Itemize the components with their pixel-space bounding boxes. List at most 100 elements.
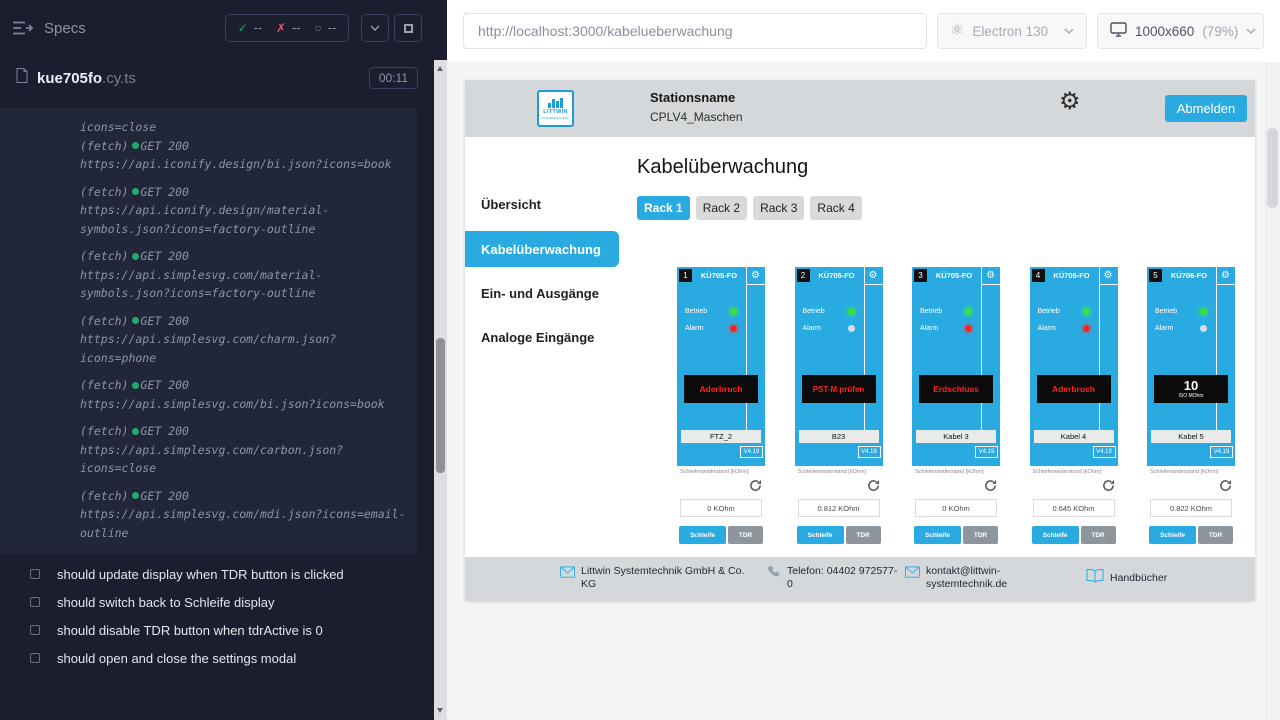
footer-phone: Telefon: 04402 972577-0 — [767, 565, 899, 591]
scrollbar-thumb[interactable] — [436, 338, 445, 473]
card-buttons: Schleife TDR — [679, 526, 763, 544]
tdr-button[interactable]: TDR — [1081, 526, 1116, 544]
measurement-label: Schleifenwiderstand [kOhm] — [677, 466, 765, 475]
log-entry[interactable]: icons=close — [80, 118, 409, 137]
viewport-select[interactable]: 1000x660 (79%) — [1097, 13, 1264, 49]
betrieb-label: Betrieb — [803, 308, 825, 315]
alarm-row: Alarm — [685, 325, 737, 332]
log-entry[interactable]: (fetch)GET 200 https://api.simplesvg.com… — [80, 487, 409, 543]
card-number-badge: 3 — [914, 269, 927, 282]
status-dot — [132, 253, 139, 260]
card-settings-gear-icon[interactable]: ⚙ — [746, 267, 765, 285]
electron-icon: ⚛ — [950, 23, 964, 39]
card-divider — [746, 267, 747, 430]
tab-rack-2[interactable]: Rack 2 — [696, 196, 747, 220]
nav-item-ein-und-ausgaenge[interactable]: Ein- und Ausgänge — [465, 275, 619, 311]
alarm-label: Alarm — [685, 325, 703, 332]
card-settings-gear-icon[interactable]: ⚙ — [864, 267, 883, 285]
tab-rack-3[interactable]: Rack 3 — [753, 196, 804, 220]
card-settings-gear-icon[interactable]: ⚙ — [981, 267, 1000, 285]
betrieb-led — [1083, 308, 1090, 315]
refresh-icon[interactable] — [1102, 479, 1115, 492]
card-buttons: Schleife TDR — [1032, 526, 1116, 544]
status-display: Erdschluss — [919, 375, 993, 403]
measurement-panel: Schleifenwiderstand [kOhm] 0.812 KOhm Sc… — [795, 466, 883, 557]
tdr-button[interactable]: TDR — [963, 526, 998, 544]
scroll-up-arrow-icon[interactable] — [437, 66, 443, 71]
test-item[interactable]: should open and close the settings modal — [0, 644, 434, 672]
card-model-label: KÜ705-FO — [927, 271, 981, 280]
test-item[interactable]: should switch back to Schleife display — [0, 588, 434, 616]
alarm-label: Alarm — [1038, 325, 1056, 332]
collapse-runs-button[interactable] — [361, 14, 389, 42]
settings-gear-icon[interactable]: ⚙ — [1059, 90, 1081, 114]
station-label: Stationsname — [650, 90, 743, 105]
measurement-value: 0 KOhm — [680, 499, 762, 517]
stop-icon — [404, 24, 413, 33]
nav-item-analoge-eingaenge[interactable]: Analoge Eingänge — [465, 319, 619, 355]
tdr-button[interactable]: TDR — [1198, 526, 1233, 544]
status-dot — [132, 317, 139, 324]
station-info: Stationsname CPLV4_Maschen — [650, 90, 743, 124]
card-buttons: Schleife TDR — [797, 526, 881, 544]
test-state-icon — [30, 597, 40, 607]
station-value: CPLV4_Maschen — [650, 110, 743, 124]
card-settings-gear-icon[interactable]: ⚙ — [1099, 267, 1118, 285]
tab-rack-4[interactable]: Rack 4 — [810, 196, 861, 220]
nav-item-uebersicht[interactable]: Übersicht — [465, 186, 619, 222]
refresh-icon[interactable] — [867, 479, 880, 492]
test-item[interactable]: should update display when TDR button is… — [0, 560, 434, 588]
schleife-button[interactable]: Schleife — [797, 526, 844, 544]
test-stats: ✓-- ✗-- ○-- — [225, 14, 349, 42]
littwin-logo: LITTWIN SYSTEMTECHNIK — [537, 90, 574, 127]
measurement-panel: Schleifenwiderstand [kOhm] 0.645 KOhm Sc… — [1030, 466, 1118, 557]
tab-rack-1[interactable]: Rack 1 — [637, 196, 690, 220]
card-number-badge: 5 — [1149, 269, 1162, 282]
betrieb-label: Betrieb — [685, 308, 707, 315]
scroll-down-arrow-icon[interactable] — [437, 708, 443, 713]
command-log: icons=close (fetch)GET 200 https://api.i… — [0, 108, 417, 554]
betrieb-led — [1200, 308, 1207, 315]
refresh-icon[interactable] — [749, 479, 762, 492]
card-divider — [864, 267, 865, 430]
test-item[interactable]: should disable TDR button when tdrActive… — [0, 616, 434, 644]
tdr-button[interactable]: TDR — [728, 526, 763, 544]
tdr-button[interactable]: TDR — [846, 526, 881, 544]
logout-button[interactable]: Abmelden — [1165, 95, 1247, 122]
log-entry[interactable]: (fetch)GET 200 https://api.iconify.desig… — [80, 137, 409, 174]
schleife-button[interactable]: Schleife — [1032, 526, 1079, 544]
schleife-button[interactable]: Schleife — [679, 526, 726, 544]
app-footer: Littwin Systemtechnik GmbH & Co. KG Tele… — [465, 557, 1255, 601]
alarm-label: Alarm — [803, 325, 821, 332]
schleife-button[interactable]: Schleife — [1149, 526, 1196, 544]
specs-label[interactable]: Specs — [44, 20, 86, 37]
measurement-value: 0 KOhm — [915, 499, 997, 517]
runner-scrollbar — [434, 0, 447, 720]
passed-icon: ✓ — [238, 21, 248, 35]
refresh-icon[interactable] — [984, 479, 997, 492]
stop-run-button[interactable] — [394, 14, 422, 42]
specs-menu-icon[interactable] — [12, 19, 36, 37]
device-card: 4 KÜ705-FO ⚙ Betrieb Alarm Aderbruch Kab… — [1030, 267, 1118, 557]
log-entry[interactable]: (fetch)GET 200 https://api.simplesvg.com… — [80, 376, 409, 413]
iso-value-display: 10 ISO MOhm — [1154, 375, 1228, 403]
log-entry[interactable]: (fetch)GET 200 https://api.simplesvg.com… — [80, 247, 409, 303]
browser-select[interactable]: ⚛ Electron 130 — [937, 13, 1087, 49]
aut-scrollbar-thumb[interactable] — [1267, 128, 1278, 208]
footer-manuals-link[interactable]: Handbücher — [1086, 569, 1167, 588]
footer-email[interactable]: kontakt@littwin-systemtechnik.de — [905, 565, 1018, 591]
spec-file-row[interactable]: kue705fo.cy.ts 00:11 — [0, 56, 434, 100]
refresh-icon[interactable] — [1219, 479, 1232, 492]
log-entry[interactable]: (fetch)GET 200 https://api.simplesvg.com… — [80, 422, 409, 478]
pending-icon: ○ — [314, 21, 321, 35]
log-entry[interactable]: (fetch)GET 200 https://api.simplesvg.com… — [80, 312, 409, 368]
aut-scrollbar[interactable] — [1265, 62, 1280, 720]
card-settings-gear-icon[interactable]: ⚙ — [1216, 267, 1235, 285]
log-entry[interactable]: (fetch)GET 200 https://api.iconify.desig… — [80, 183, 409, 239]
browser-label: Electron 130 — [972, 24, 1048, 39]
url-input[interactable]: http://localhost:3000/kabelueberwachung — [463, 13, 927, 49]
nav-item-kabelueberwachung[interactable]: Kabelüberwachung — [465, 231, 619, 267]
chevron-down-icon — [1246, 28, 1256, 34]
schleife-button[interactable]: Schleife — [914, 526, 961, 544]
alarm-led — [848, 325, 855, 332]
